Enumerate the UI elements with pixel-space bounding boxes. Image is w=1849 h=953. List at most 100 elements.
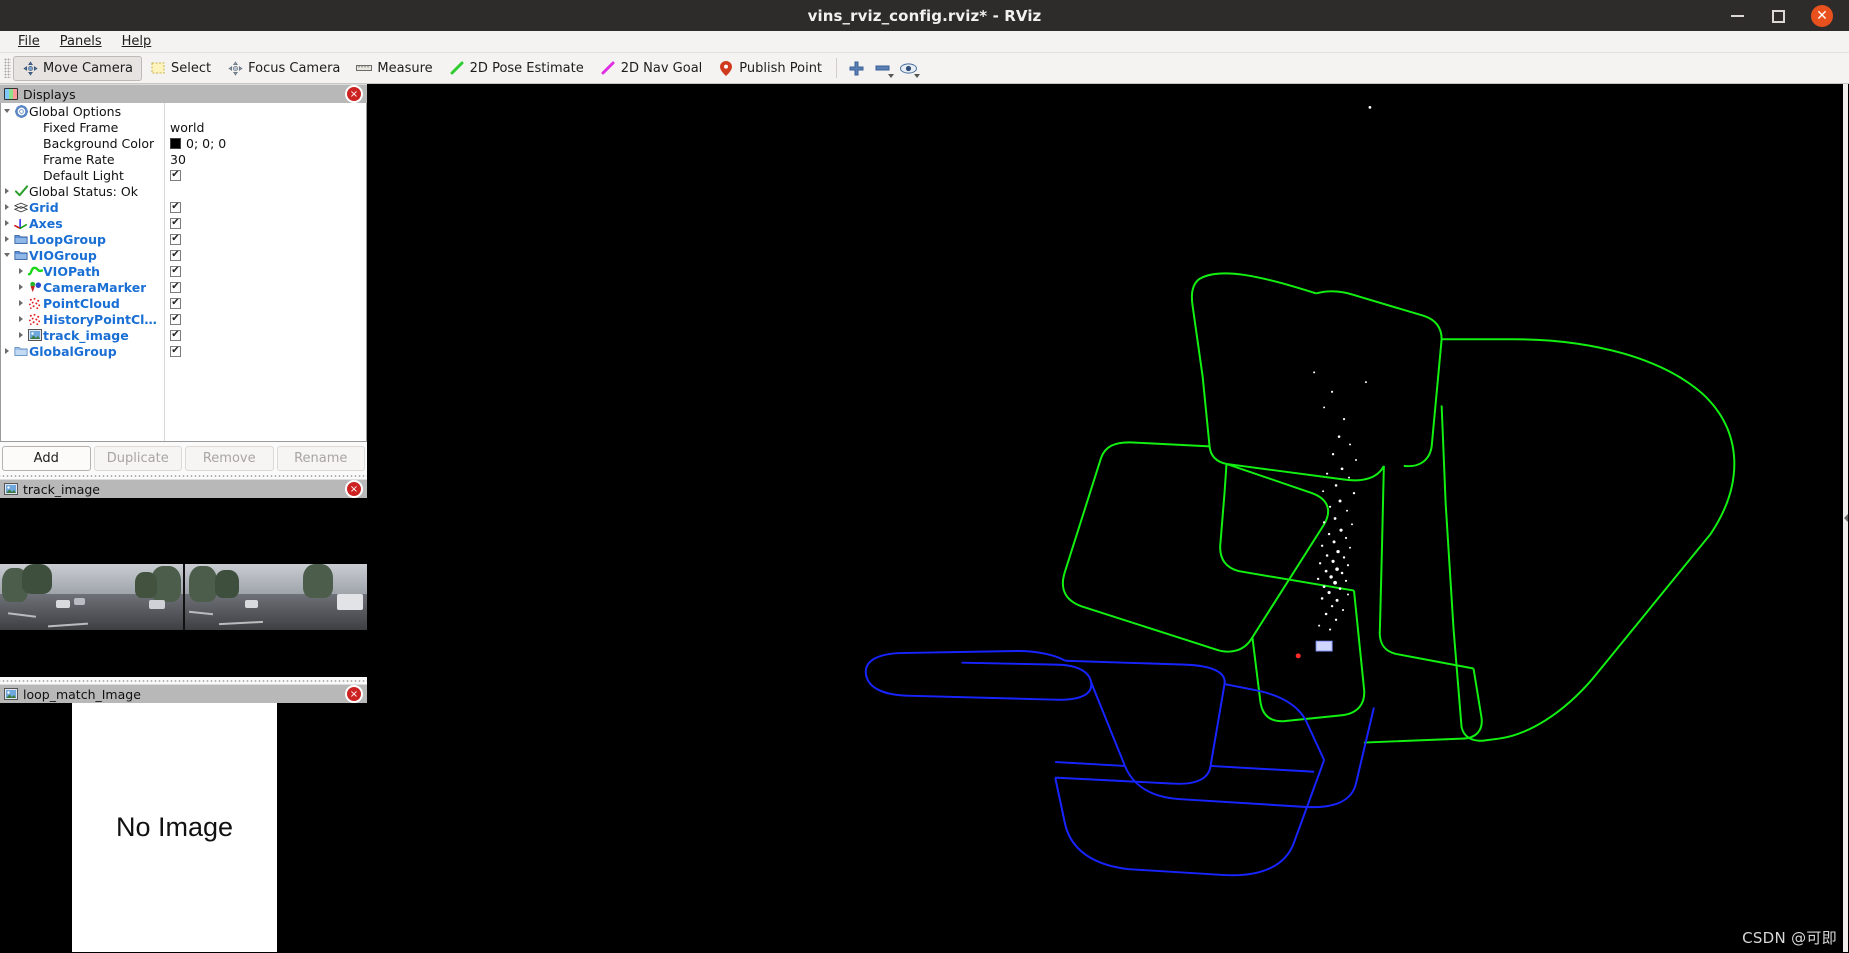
axes-icon: [13, 217, 29, 230]
toolbar: Move Camera Select Focus Camera Measure …: [0, 53, 1849, 84]
tree-row-value[interactable]: ✔: [170, 297, 181, 309]
tree-row-value[interactable]: ✔: [170, 345, 181, 357]
tree-row[interactable]: CameraMarker ✔: [1, 279, 366, 295]
tree-row[interactable]: LoopGroup ✔: [1, 231, 366, 247]
chevron-right-icon[interactable]: [15, 268, 27, 274]
loop-match-panel-title: loop_match_Image: [23, 686, 141, 702]
tree-row-value[interactable]: 30: [170, 152, 186, 167]
menu-file[interactable]: File: [8, 32, 50, 51]
tree-row-value[interactable]: world: [170, 120, 204, 135]
tree-row-value[interactable]: ✔: [170, 281, 181, 293]
chevron-right-icon[interactable]: [15, 300, 27, 306]
rename-button[interactable]: Rename: [276, 445, 365, 471]
track-image-view[interactable]: [0, 498, 367, 677]
checkbox[interactable]: ✔: [170, 297, 181, 309]
tree-row-value[interactable]: ✔: [170, 201, 181, 213]
close-icon[interactable]: ✕: [1811, 4, 1833, 27]
plus-icon[interactable]: [843, 56, 869, 80]
tree-row-value[interactable]: ✔: [170, 233, 181, 245]
chevron-right-icon[interactable]: [1, 188, 13, 194]
tree-row[interactable]: VIOGroup ✔: [1, 247, 366, 263]
tree-row-value[interactable]: ✔: [170, 329, 181, 341]
tree-row-value[interactable]: ✔: [170, 249, 181, 261]
toolbar-grip[interactable]: [4, 58, 11, 78]
remove-button[interactable]: Remove: [185, 445, 274, 471]
eye-icon[interactable]: [895, 56, 921, 80]
chevron-down-icon[interactable]: [1, 253, 13, 257]
watermark: CSDN @可即: [1742, 929, 1837, 947]
close-icon[interactable]: ×: [345, 85, 363, 103]
tree-row[interactable]: VIOPath ✔: [1, 263, 366, 279]
loop-match-image-view[interactable]: No Image: [0, 703, 367, 952]
tool-publish-point[interactable]: Publish Point: [710, 56, 830, 81]
chevron-right-icon[interactable]: [1, 348, 13, 354]
tree-row[interactable]: HistoryPointCl… ✔: [1, 311, 366, 327]
panel-splitter[interactable]: [0, 472, 367, 479]
checkbox[interactable]: ✔: [170, 201, 181, 213]
tree-row[interactable]: Frame Rate 30: [1, 151, 366, 167]
render-view-3d[interactable]: CSDN @可即: [368, 84, 1843, 952]
tree-row-value[interactable]: ✔: [170, 169, 181, 181]
tool-2d-pose-estimate[interactable]: 2D Pose Estimate: [441, 56, 592, 81]
minimize-icon[interactable]: [1727, 6, 1747, 26]
tree-row[interactable]: GlobalGroup ✔: [1, 343, 366, 359]
tool-2d-nav-goal[interactable]: 2D Nav Goal: [592, 56, 711, 81]
tool-focus-camera[interactable]: Focus Camera: [219, 56, 348, 81]
tool-measure[interactable]: Measure: [348, 56, 440, 81]
checkbox[interactable]: ✔: [170, 233, 181, 245]
focus-camera-icon: [227, 60, 243, 76]
tree-row[interactable]: Background Color 0; 0; 0: [1, 135, 366, 151]
maximize-icon[interactable]: [1769, 6, 1789, 26]
tree-row-value[interactable]: 0; 0; 0: [170, 136, 226, 151]
image-icon: [27, 329, 43, 341]
right-dock-expander[interactable]: [1843, 84, 1849, 952]
displays-tree[interactable]: Global Options Fixed Frame world Background…: [0, 103, 367, 442]
tree-row-label: GlobalGroup: [29, 343, 117, 359]
tree-row-value[interactable]: ✔: [170, 313, 181, 325]
checkbox[interactable]: ✔: [170, 265, 181, 277]
window-title: vins_rviz_config.rviz* - RViz: [807, 6, 1042, 25]
check-icon: [13, 185, 29, 197]
tree-row[interactable]: Global Options: [1, 103, 366, 119]
tree-row-label: HistoryPointCl…: [43, 311, 157, 327]
tree-row[interactable]: Fixed Frame world: [1, 119, 366, 135]
tree-row-label: Fixed Frame: [43, 119, 119, 135]
checkbox[interactable]: ✔: [170, 345, 181, 357]
chevron-right-icon[interactable]: [1, 220, 13, 226]
tree-row-value[interactable]: ✔: [170, 217, 181, 229]
menu-help[interactable]: Help: [112, 32, 162, 51]
close-icon[interactable]: ×: [345, 685, 363, 703]
minus-icon[interactable]: [869, 56, 895, 80]
tree-row[interactable]: Default Light ✔: [1, 167, 366, 183]
checkbox[interactable]: ✔: [170, 217, 181, 229]
tree-row-value[interactable]: ✔: [170, 265, 181, 277]
chevron-right-icon[interactable]: [15, 316, 27, 322]
chevron-right-icon[interactable]: [1, 236, 13, 242]
checkbox[interactable]: ✔: [170, 281, 181, 293]
tree-row-label: PointCloud: [43, 295, 120, 311]
tool-move-camera[interactable]: Move Camera: [13, 55, 143, 81]
close-icon[interactable]: ×: [345, 480, 363, 498]
checkbox[interactable]: ✔: [170, 329, 181, 341]
tree-row[interactable]: Axes ✔: [1, 215, 366, 231]
tree-row[interactable]: Global Status: Ok: [1, 183, 366, 199]
checkbox[interactable]: ✔: [170, 169, 181, 181]
panel-splitter-2[interactable]: [0, 677, 367, 684]
tree-row[interactable]: PointCloud ✔: [1, 295, 366, 311]
chevron-down-icon[interactable]: [1, 109, 13, 113]
main-area: Displays × Global Options Fixed Frame worl…: [0, 84, 1849, 952]
tool-select[interactable]: Select: [142, 56, 219, 81]
chevron-right-icon[interactable]: [15, 284, 27, 290]
checkbox[interactable]: ✔: [170, 313, 181, 325]
chevron-right-icon[interactable]: [1, 204, 13, 210]
menu-panels[interactable]: Panels: [50, 32, 112, 51]
checkbox[interactable]: ✔: [170, 249, 181, 261]
tree-row[interactable]: track_image ✔: [1, 327, 366, 343]
displays-buttons: Add Duplicate Remove Rename: [0, 442, 367, 472]
add-button[interactable]: Add: [2, 445, 91, 471]
color-swatch[interactable]: [170, 137, 181, 149]
tree-row[interactable]: Grid ✔: [1, 199, 366, 215]
duplicate-button[interactable]: Duplicate: [93, 445, 182, 471]
tree-row-label: VIOGroup: [29, 247, 97, 263]
chevron-right-icon[interactable]: [15, 332, 27, 338]
